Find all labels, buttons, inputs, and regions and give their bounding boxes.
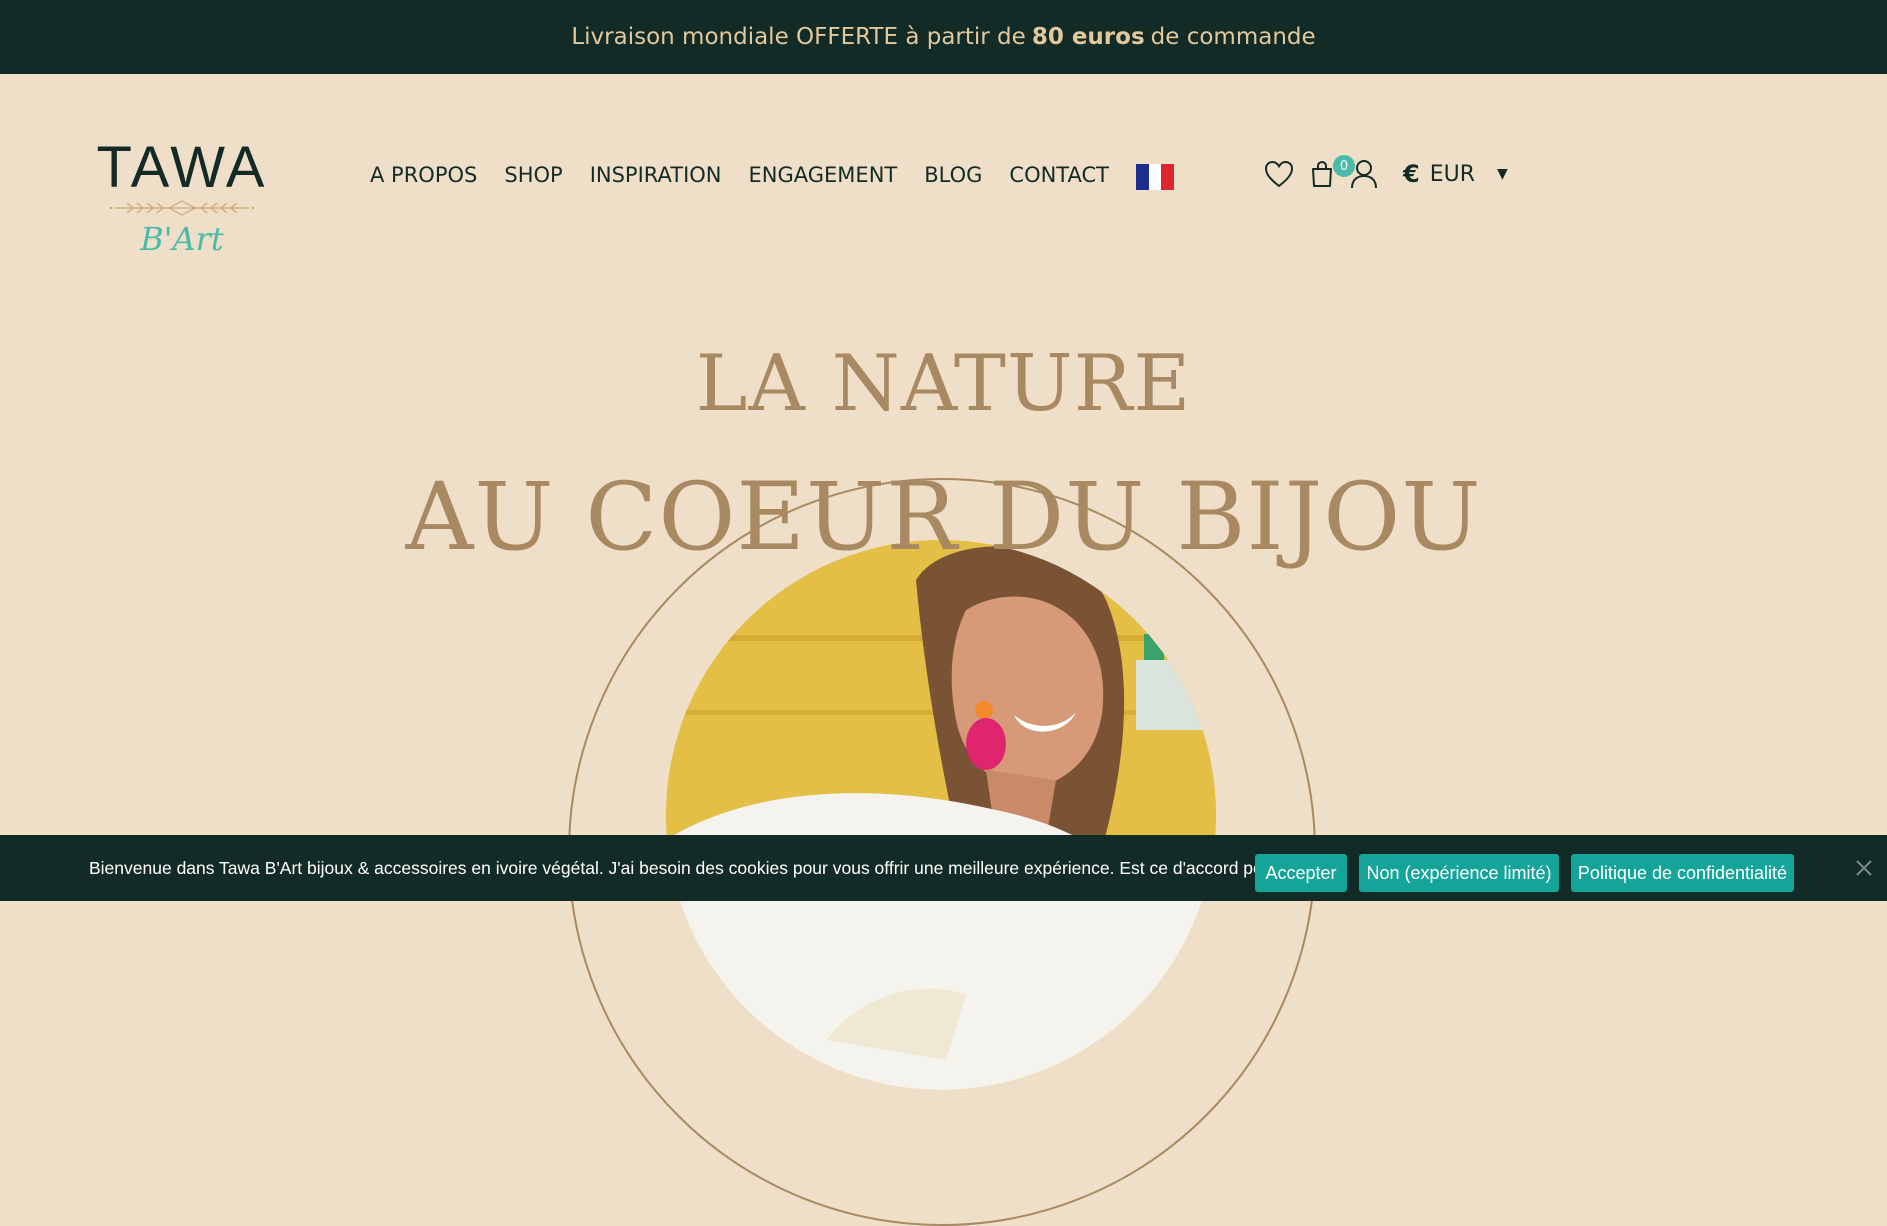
nav-item-blog[interactable]: BLOG — [924, 163, 982, 187]
heart-icon[interactable] — [1264, 159, 1294, 189]
user-icon[interactable] — [1349, 159, 1379, 189]
cookie-decline-button[interactable]: Non (expérience limité) — [1359, 854, 1559, 892]
site-logo[interactable]: TAWA B'Art — [92, 138, 272, 258]
logo-name: TAWA — [96, 135, 268, 200]
logo-subname: B'Art — [140, 220, 224, 258]
hero-title-line-1: LA NATURE — [695, 339, 1192, 429]
shopping-bag-icon[interactable]: 0 — [1307, 155, 1355, 189]
close-icon[interactable] — [1852, 856, 1876, 880]
logo-ornament-icon — [109, 200, 255, 216]
nav-item-engagement[interactable]: ENGAGEMENT — [749, 163, 898, 187]
nav-item-inspiration[interactable]: INSPIRATION — [590, 163, 722, 187]
currency-selector[interactable]: € EUR ▼ — [1403, 160, 1508, 188]
cookie-message: Bienvenue dans Tawa B'Art bijoux & acces… — [89, 857, 1330, 878]
announcement-prefix: Livraison mondiale OFFERTE à partir de — [571, 24, 1026, 50]
currency-symbol: € — [1403, 160, 1420, 188]
currency-code: EUR — [1429, 161, 1475, 187]
caret-down-icon: ▼ — [1497, 166, 1508, 182]
nav-item-contact[interactable]: CONTACT — [1009, 163, 1109, 187]
announcement-suffix: de commande — [1150, 24, 1316, 50]
cookie-accept-button[interactable]: Accepter — [1255, 854, 1347, 892]
announcement-highlight: 80 euros — [1031, 24, 1145, 50]
main-nav: A PROPOS SHOP INSPIRATION ENGAGEMENT BLO… — [370, 160, 1175, 190]
hero-photo — [666, 540, 1216, 1090]
hero-title-line-2: AU COEUR DU BIJOU — [405, 463, 1482, 572]
nav-item-shop[interactable]: SHOP — [504, 163, 562, 187]
french-flag-icon[interactable] — [1136, 164, 1175, 190]
cookie-banner: Bienvenue dans Tawa B'Art bijoux & acces… — [0, 835, 1887, 901]
cookie-privacy-button[interactable]: Politique de confidentialité — [1571, 854, 1794, 892]
header-actions: 0 € EUR ▼ — [1264, 154, 1508, 194]
announcement-bar: Livraison mondiale OFFERTE à partir de 8… — [0, 0, 1887, 74]
nav-item-a-propos[interactable]: A PROPOS — [370, 163, 477, 187]
